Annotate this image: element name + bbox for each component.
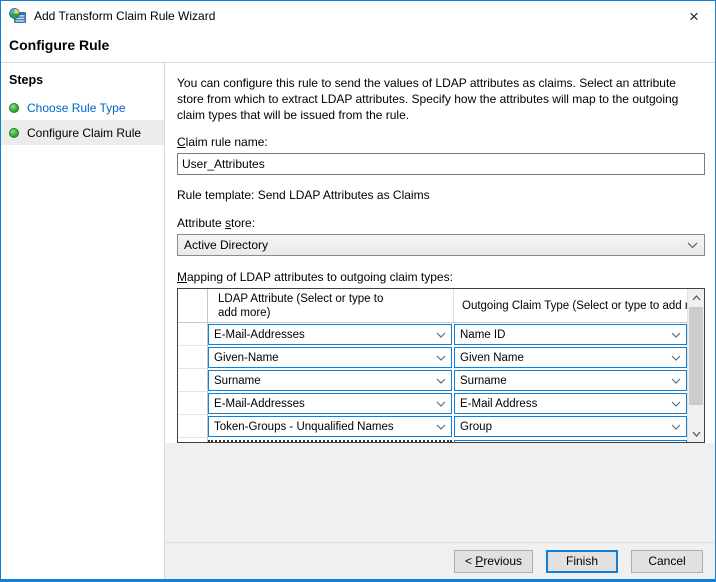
- arrow-down-icon: [692, 431, 701, 437]
- attribute-store-label: Attribute store:: [177, 216, 705, 230]
- table-row: Given-Name Given Name: [178, 346, 687, 369]
- wizard-app-icon: [9, 8, 27, 24]
- table-row-partial: [178, 438, 687, 443]
- claim-rule-name-label: Claim rule name:: [177, 135, 705, 149]
- chevron-down-icon: [671, 355, 681, 361]
- header-selector-cell: [178, 289, 208, 322]
- step-complete-icon: [9, 103, 19, 113]
- step-label: Choose Rule Type: [27, 101, 126, 115]
- step-complete-icon: [9, 128, 19, 138]
- table-row: Surname Surname: [178, 369, 687, 392]
- ldap-attribute-select[interactable]: E-Mail-Addresses: [208, 393, 452, 414]
- finish-button[interactable]: Finish: [546, 550, 618, 573]
- ldap-attribute-select[interactable]: Token-Groups - Unqualified Names: [208, 416, 452, 437]
- content-spacer: [165, 443, 715, 542]
- ldap-attribute-column-header: LDAP Attribute (Select or type to add mo…: [208, 289, 454, 322]
- steps-sidebar: Steps Choose Rule Type Configure Claim R…: [1, 63, 165, 579]
- outgoing-claim-type-select[interactable]: Group: [454, 416, 687, 437]
- outgoing-claim-type-select[interactable]: Surname: [454, 370, 687, 391]
- ldap-attribute-select[interactable]: E-Mail-Addresses: [208, 324, 452, 345]
- cancel-button[interactable]: Cancel: [631, 550, 703, 573]
- mapping-rows: E-Mail-Addresses Name ID Given-Name: [178, 323, 687, 438]
- sidebar-item-configure-claim-rule[interactable]: Configure Claim Rule: [1, 120, 164, 145]
- scroll-down-button[interactable]: [688, 425, 704, 442]
- chevron-down-icon: [671, 424, 681, 430]
- outgoing-claim-column-header: Outgoing Claim Type (Select or type to a…: [454, 289, 705, 322]
- chevron-down-icon: [436, 355, 446, 361]
- row-selector-cell[interactable]: [178, 346, 208, 369]
- mapping-table: LDAP Attribute (Select or type to add mo…: [177, 288, 705, 443]
- wizard-window: Add Transform Claim Rule Wizard × Config…: [0, 0, 716, 582]
- close-button[interactable]: ×: [681, 5, 707, 27]
- previous-button[interactable]: < Previous: [454, 550, 533, 573]
- mapping-label: Mapping of LDAP attributes to outgoing c…: [177, 270, 705, 284]
- page-title: Configure Rule: [9, 37, 707, 53]
- chevron-down-icon: [687, 242, 698, 249]
- chevron-down-icon: [436, 378, 446, 384]
- table-row: E-Mail-Addresses Name ID: [178, 323, 687, 346]
- row-selector-cell[interactable]: [178, 415, 208, 438]
- outgoing-claim-type-select[interactable]: Name ID: [454, 324, 687, 345]
- arrow-up-icon: [692, 295, 701, 301]
- ldap-attribute-select[interactable]: Surname: [208, 370, 452, 391]
- chevron-down-icon: [671, 332, 681, 338]
- row-selector-cell[interactable]: [178, 392, 208, 415]
- table-scrollbar[interactable]: [687, 289, 704, 442]
- chevron-down-icon: [671, 378, 681, 384]
- page-header: Configure Rule: [1, 31, 715, 63]
- close-icon: ×: [689, 8, 699, 25]
- title-bar: Add Transform Claim Rule Wizard ×: [1, 1, 715, 31]
- row-selector-cell[interactable]: [178, 369, 208, 392]
- ldap-attribute-select[interactable]: Given-Name: [208, 347, 452, 368]
- row-selector-cell[interactable]: [178, 323, 208, 346]
- claim-rule-name-input[interactable]: [177, 153, 705, 175]
- chevron-down-icon: [436, 424, 446, 430]
- chevron-down-icon: [671, 401, 681, 407]
- outgoing-claim-type-select[interactable]: Given Name: [454, 347, 687, 368]
- rule-template-text: Rule template: Send LDAP Attributes as C…: [177, 188, 705, 202]
- step-label: Configure Claim Rule: [27, 126, 141, 140]
- scrollbar-thumb[interactable]: [689, 307, 703, 405]
- table-row: Token-Groups - Unqualified Names Group: [178, 415, 687, 438]
- wizard-content: You can configure this rule to send the …: [165, 63, 715, 443]
- sidebar-item-choose-rule-type[interactable]: Choose Rule Type: [1, 95, 164, 120]
- rule-description: You can configure this rule to send the …: [177, 76, 705, 123]
- outgoing-claim-type-select[interactable]: E-Mail Address: [454, 393, 687, 414]
- table-header-row: LDAP Attribute (Select or type to add mo…: [178, 289, 687, 323]
- attribute-store-value: Active Directory: [184, 238, 687, 252]
- chevron-down-icon: [436, 332, 446, 338]
- steps-heading: Steps: [1, 71, 164, 95]
- chevron-down-icon: [436, 401, 446, 407]
- table-row: E-Mail-Addresses E-Mail Address: [178, 392, 687, 415]
- attribute-store-select[interactable]: Active Directory: [177, 234, 705, 256]
- window-title: Add Transform Claim Rule Wizard: [34, 9, 681, 23]
- scroll-up-button[interactable]: [688, 289, 704, 306]
- wizard-footer: < Previous Finish Cancel: [165, 542, 715, 579]
